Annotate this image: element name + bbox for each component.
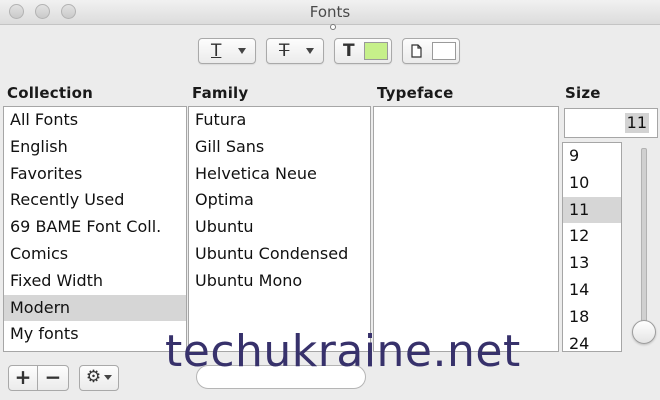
window-title: Fonts xyxy=(309,3,351,21)
collection-header: Collection xyxy=(7,84,93,102)
chevron-down-icon xyxy=(238,48,246,54)
collection-list-item[interactable]: Favorites xyxy=(4,161,186,188)
size-list-item[interactable]: 13 xyxy=(563,250,621,277)
size-list-item[interactable]: 18 xyxy=(563,304,621,331)
size-input[interactable]: 11 xyxy=(564,108,658,138)
collection-list-item[interactable]: All Fonts xyxy=(4,107,186,134)
collection-list-item[interactable]: Fixed Width xyxy=(4,268,186,295)
document-icon xyxy=(411,44,422,62)
remove-collection-button[interactable]: − xyxy=(37,365,69,391)
size-list-item[interactable]: 10 xyxy=(563,170,621,197)
family-list-item[interactable]: Gill Sans xyxy=(189,134,370,161)
underline-icon: T xyxy=(211,41,222,61)
size-input-value: 11 xyxy=(624,113,649,133)
gear-icon: ⚙ xyxy=(85,367,102,387)
chevron-down-icon xyxy=(306,48,314,54)
collection-list-item[interactable]: Comics xyxy=(4,241,186,268)
size-list-item[interactable]: 11 xyxy=(563,196,621,224)
collection-list-item[interactable]: Modern xyxy=(4,294,186,322)
text-color-icon: T xyxy=(343,41,355,61)
size-list-item[interactable]: 12 xyxy=(563,223,621,250)
collection-list[interactable]: All Fonts English Favorites Recently Used 69… xyxy=(3,106,187,352)
chevron-down-icon xyxy=(104,374,113,380)
size-slider-knob[interactable] xyxy=(632,320,656,344)
collection-list-item[interactable]: My fonts xyxy=(4,321,186,348)
family-list-item[interactable]: Futura xyxy=(189,107,370,134)
family-list-item[interactable]: Ubuntu Mono xyxy=(189,268,370,295)
typeface-list[interactable] xyxy=(373,106,559,352)
document-color-button[interactable] xyxy=(402,38,460,64)
toolbar-toggle-handle[interactable] xyxy=(330,24,336,30)
size-list-item[interactable]: 14 xyxy=(563,277,621,304)
family-list[interactable]: Futura Gill Sans Helvetica Neue Optima Ubunt… xyxy=(188,106,371,352)
text-color-swatch xyxy=(364,42,388,60)
family-list-item[interactable]: Ubuntu Condensed xyxy=(189,241,370,268)
size-slider-track[interactable] xyxy=(641,148,647,340)
document-color-swatch xyxy=(432,42,456,60)
family-list-item[interactable]: Helvetica Neue xyxy=(189,161,370,188)
action-menu-button[interactable]: ⚙ xyxy=(79,365,119,391)
watermark-text: techukraine.net xyxy=(165,326,521,377)
family-list-item[interactable]: Optima xyxy=(189,187,370,214)
family-list-item[interactable]: Ubuntu xyxy=(189,214,370,241)
text-color-button[interactable]: T xyxy=(334,38,392,64)
size-list-item[interactable]: 24 xyxy=(563,331,621,351)
size-list[interactable]: 9 10 11 12 13 14 18 24 xyxy=(562,142,622,352)
add-collection-button[interactable]: + xyxy=(8,365,38,391)
size-list-item[interactable]: 9 xyxy=(563,143,621,170)
typeface-header: Typeface xyxy=(377,84,454,102)
strikethrough-menu-button[interactable]: T xyxy=(266,38,324,64)
collection-list-item[interactable]: English xyxy=(4,134,186,161)
collection-list-item[interactable]: Recently Used xyxy=(4,187,186,214)
family-header: Family xyxy=(192,84,249,102)
title-bar: Fonts xyxy=(0,0,660,25)
collection-list-item[interactable]: 69 BAME Font Coll. xyxy=(4,214,186,241)
underline-menu-button[interactable]: T xyxy=(198,38,256,64)
strikethrough-icon: T xyxy=(279,41,290,61)
size-header: Size xyxy=(565,84,601,102)
